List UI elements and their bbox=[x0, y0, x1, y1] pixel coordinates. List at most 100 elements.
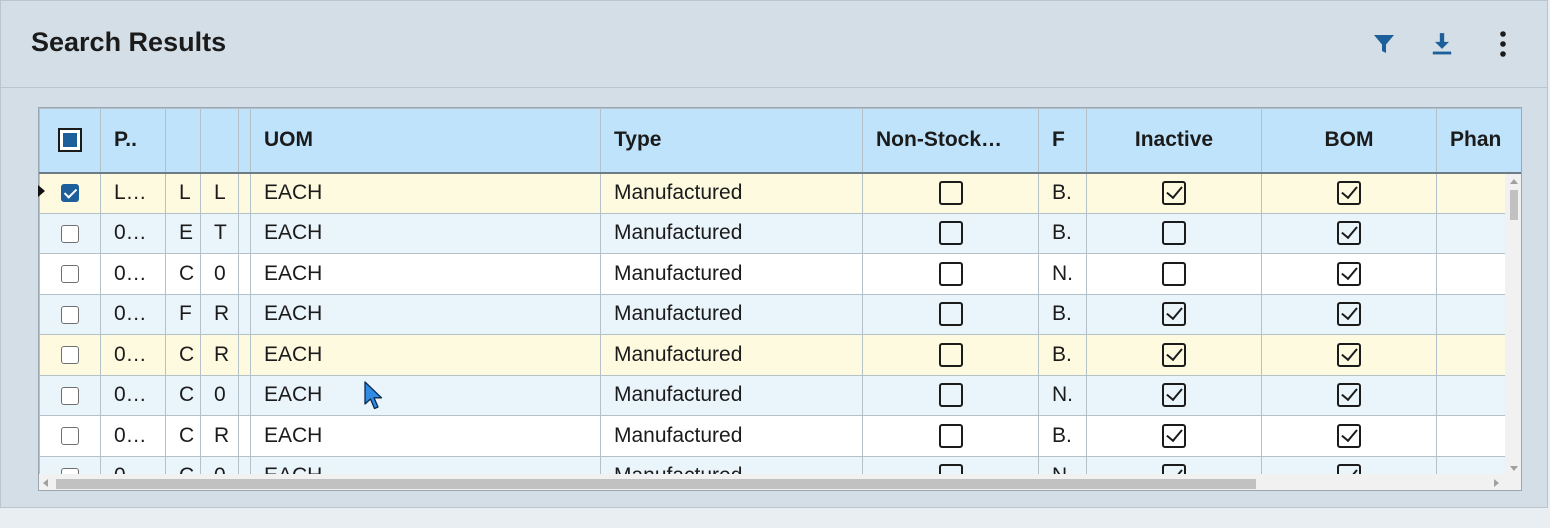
inactive-cell[interactable] bbox=[1086, 374, 1262, 416]
non-stock-cell[interactable] bbox=[862, 374, 1039, 416]
cell[interactable] bbox=[238, 374, 251, 416]
column-header-non-stock[interactable]: Non-Stock… bbox=[862, 108, 1039, 174]
cell[interactable] bbox=[238, 334, 251, 376]
row-select-cell[interactable] bbox=[39, 334, 101, 376]
cell[interactable]: R bbox=[200, 415, 239, 457]
row-select-cell[interactable] bbox=[39, 253, 101, 295]
non-stock-cell[interactable] bbox=[862, 212, 1039, 254]
type-cell[interactable]: Manufactured bbox=[600, 212, 863, 254]
uom-cell[interactable]: EACH bbox=[250, 253, 601, 295]
scroll-left-icon[interactable] bbox=[43, 479, 48, 487]
f-cell[interactable]: B. bbox=[1038, 172, 1087, 214]
cell[interactable]: 0… bbox=[100, 293, 166, 335]
cell[interactable]: 0 bbox=[200, 374, 239, 416]
table-row[interactable]: 0… C R EACH Manufactured B. bbox=[39, 334, 1521, 376]
f-cell[interactable]: N. bbox=[1038, 374, 1087, 416]
filter-icon[interactable] bbox=[1369, 29, 1399, 59]
column-header-f[interactable]: F bbox=[1038, 108, 1087, 174]
cell[interactable]: R bbox=[200, 293, 239, 335]
inactive-cell[interactable] bbox=[1086, 293, 1262, 335]
row-select-checkbox[interactable] bbox=[61, 265, 79, 284]
bom-checkbox[interactable] bbox=[1337, 221, 1361, 246]
row-select-cell[interactable] bbox=[39, 374, 101, 416]
f-cell[interactable]: B. bbox=[1038, 415, 1087, 457]
cell[interactable] bbox=[238, 253, 251, 295]
bom-cell[interactable] bbox=[1261, 172, 1437, 214]
column-header-bom[interactable]: BOM bbox=[1261, 108, 1437, 174]
inactive-cell[interactable] bbox=[1086, 212, 1262, 254]
cell[interactable]: L bbox=[200, 172, 239, 214]
type-cell[interactable]: Manufactured bbox=[600, 253, 863, 295]
non-stock-cell[interactable] bbox=[862, 334, 1039, 376]
uom-cell[interactable]: EACH bbox=[250, 415, 601, 457]
inactive-checkbox[interactable] bbox=[1162, 261, 1186, 286]
cell[interactable] bbox=[238, 415, 251, 457]
select-all-checkbox[interactable] bbox=[58, 128, 82, 153]
scroll-down-icon[interactable] bbox=[1510, 466, 1518, 471]
row-select-checkbox[interactable] bbox=[61, 184, 79, 203]
column-header-uom[interactable]: UOM bbox=[250, 108, 601, 174]
cell[interactable] bbox=[238, 172, 251, 214]
bom-cell[interactable] bbox=[1261, 293, 1437, 335]
inactive-cell[interactable] bbox=[1086, 253, 1262, 295]
bom-checkbox[interactable] bbox=[1337, 383, 1361, 408]
type-cell[interactable]: Manufactured bbox=[600, 293, 863, 335]
column-header[interactable] bbox=[200, 108, 239, 174]
cell[interactable]: 0… bbox=[100, 334, 166, 376]
cell[interactable]: 0… bbox=[100, 212, 166, 254]
cell[interactable]: 0… bbox=[100, 253, 166, 295]
table-row[interactable]: 0…C0 EACHManufactured N. bbox=[39, 374, 1521, 416]
cell[interactable]: C bbox=[165, 415, 201, 457]
bom-checkbox[interactable] bbox=[1337, 342, 1361, 367]
uom-cell[interactable]: EACH bbox=[250, 172, 601, 214]
row-select-checkbox[interactable] bbox=[61, 427, 79, 446]
more-vertical-icon[interactable] bbox=[1488, 29, 1518, 59]
f-cell[interactable]: N. bbox=[1038, 253, 1087, 295]
uom-cell[interactable]: EACH bbox=[250, 293, 601, 335]
uom-cell[interactable]: EACH bbox=[250, 212, 601, 254]
bom-cell[interactable] bbox=[1261, 253, 1437, 295]
non-stock-cell[interactable] bbox=[862, 415, 1039, 457]
inactive-checkbox[interactable] bbox=[1162, 383, 1186, 408]
inactive-checkbox[interactable] bbox=[1162, 181, 1186, 206]
row-select-checkbox[interactable] bbox=[61, 386, 79, 405]
cell[interactable]: C bbox=[165, 253, 201, 295]
table-row[interactable]: 0… E T EACH Manufactured B. bbox=[39, 212, 1521, 254]
bom-cell[interactable] bbox=[1261, 374, 1437, 416]
row-select-checkbox[interactable] bbox=[61, 346, 79, 365]
type-cell[interactable]: Manufactured bbox=[600, 334, 863, 376]
table-row[interactable]: 0…C0 EACHManufactured N. bbox=[39, 253, 1521, 295]
cell[interactable]: F bbox=[165, 293, 201, 335]
type-cell[interactable]: Manufactured bbox=[600, 415, 863, 457]
cell[interactable]: E bbox=[165, 212, 201, 254]
table-row[interactable]: L… L L EACH Manufactured B. bbox=[39, 172, 1521, 214]
cell[interactable]: L bbox=[165, 172, 201, 214]
cell[interactable]: R bbox=[200, 334, 239, 376]
non-stock-cell[interactable] bbox=[862, 253, 1039, 295]
inactive-checkbox[interactable] bbox=[1162, 302, 1186, 327]
scroll-thumb[interactable] bbox=[56, 479, 1256, 489]
row-select-cell[interactable] bbox=[39, 212, 101, 254]
row-select-cell[interactable] bbox=[39, 293, 101, 335]
scroll-up-icon[interactable] bbox=[1510, 179, 1518, 184]
cell[interactable]: L… bbox=[100, 172, 166, 214]
column-header-type[interactable]: Type bbox=[600, 108, 863, 174]
non-stock-checkbox[interactable] bbox=[938, 261, 963, 286]
non-stock-checkbox[interactable] bbox=[938, 342, 963, 367]
f-cell[interactable]: B. bbox=[1038, 293, 1087, 335]
uom-cell[interactable]: EACH bbox=[250, 334, 601, 376]
non-stock-checkbox[interactable] bbox=[938, 423, 963, 448]
column-header-inactive[interactable]: Inactive bbox=[1086, 108, 1262, 174]
vertical-scrollbar[interactable] bbox=[1505, 174, 1521, 476]
non-stock-checkbox[interactable] bbox=[938, 302, 963, 327]
inactive-cell[interactable] bbox=[1086, 415, 1262, 457]
column-header[interactable]: P.. bbox=[100, 108, 166, 174]
download-icon[interactable] bbox=[1427, 29, 1457, 59]
table-row[interactable]: 0… F R EACH Manufactured B. bbox=[39, 293, 1521, 335]
non-stock-checkbox[interactable] bbox=[938, 181, 963, 206]
type-cell[interactable]: Manufactured bbox=[600, 172, 863, 214]
f-cell[interactable]: B. bbox=[1038, 212, 1087, 254]
row-select-cell[interactable] bbox=[39, 172, 101, 214]
cell[interactable]: 0 bbox=[200, 253, 239, 295]
f-cell[interactable]: B. bbox=[1038, 334, 1087, 376]
